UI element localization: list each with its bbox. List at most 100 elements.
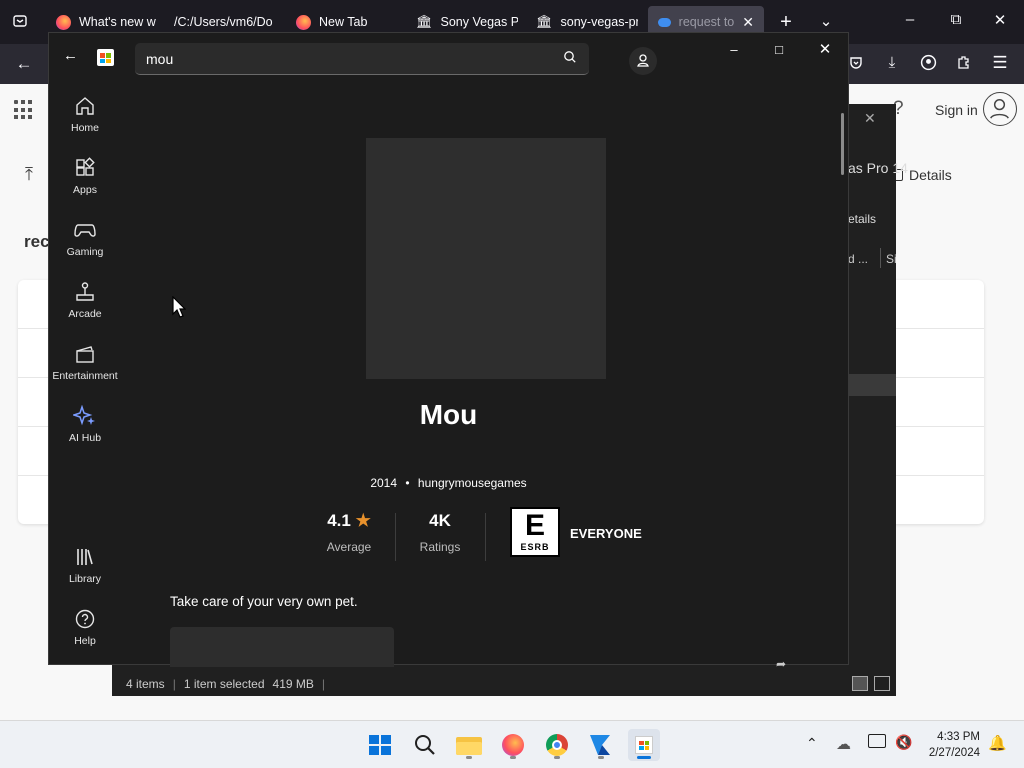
clock-time: 4:33 PM (937, 731, 980, 743)
tab-title: What's new w (79, 15, 156, 29)
firefox-icon[interactable] (497, 729, 529, 761)
rating-label: Average (326, 540, 372, 554)
bank-icon: 🏛 (536, 14, 553, 29)
tiles-view-icon[interactable] (874, 676, 890, 691)
nav-label: Entertainment (52, 370, 118, 382)
bank-icon: 🏛 (416, 14, 433, 29)
notification-bell-icon[interactable]: 🔔 (988, 734, 1007, 752)
new-tab-icon[interactable]: + (776, 11, 796, 34)
scrollbar-thumb[interactable] (841, 113, 844, 175)
search-icon[interactable] (563, 50, 577, 67)
esrb-letter: E (524, 509, 545, 542)
esrb-badge[interactable]: E ESRB (510, 507, 560, 557)
ratings-count-stat[interactable]: 4K Ratings (409, 511, 471, 554)
cloud-offline-icon[interactable]: ☁ (836, 735, 851, 753)
age-rating-label: EVERYONE (570, 526, 642, 541)
search-input[interactable]: mou (135, 43, 589, 75)
download-icon[interactable]: ⤓ (882, 54, 902, 71)
close-tab-icon[interactable]: ✕ (742, 14, 754, 31)
tab-title: New Tab (319, 15, 368, 29)
nav-home[interactable]: Home (49, 95, 121, 134)
nav-label: AI Hub (68, 432, 102, 444)
explorer-close-icon[interactable]: ✕ (864, 110, 876, 127)
star-icon: ★ (355, 511, 371, 530)
tab-list-icon[interactable] (10, 13, 30, 33)
joystick-icon (76, 282, 94, 301)
upload-icon[interactable]: ⤒ (25, 164, 33, 185)
volume-muted-icon[interactable]: 🔇 (895, 734, 912, 751)
search-icon[interactable] (409, 729, 441, 761)
store-titlebar: ← mou – □ ✕ (49, 33, 848, 85)
nav-apps[interactable]: Apps (49, 157, 121, 196)
library-icon (77, 549, 93, 565)
ratings-label: Ratings (419, 540, 461, 554)
chrome-icon[interactable] (541, 729, 573, 761)
nav-gaming[interactable]: Gaming (49, 219, 121, 258)
start-icon[interactable] (364, 729, 396, 761)
chevron-up-icon[interactable]: ⌃ (806, 735, 818, 752)
back-icon[interactable]: ← (63, 47, 78, 64)
extensions-icon[interactable] (954, 54, 974, 74)
app-description: Take care of your very own pet. (170, 594, 358, 609)
home-icon (76, 97, 94, 115)
store-logo-icon (97, 49, 114, 66)
visual-studio-icon[interactable] (585, 729, 617, 761)
item-count: 4 items (126, 677, 165, 691)
stat-divider (395, 513, 396, 561)
restore-icon[interactable]: ⧉ (946, 11, 966, 28)
app-launcher-icon[interactable] (14, 100, 34, 120)
account-icon[interactable] (629, 47, 657, 75)
nav-label: Library (68, 573, 102, 585)
nav-library[interactable]: Library (49, 546, 121, 585)
shield-icon[interactable] (846, 55, 866, 75)
minimize-icon[interactable]: – (722, 41, 746, 59)
stat-divider (485, 513, 486, 561)
nav-label: Gaming (66, 246, 104, 258)
nav-label: Apps (73, 184, 97, 196)
menu-icon[interactable]: ☰ (990, 53, 1010, 73)
onedrive-icon (658, 17, 671, 27)
back-icon[interactable]: ← (12, 54, 36, 74)
bullet-separator: • (405, 476, 410, 490)
selection-count: 1 item selected (183, 677, 265, 691)
nav-label: Help (74, 635, 96, 647)
sign-in-link[interactable]: Sign in (935, 102, 978, 118)
maximize-icon[interactable]: □ (767, 41, 791, 59)
avatar[interactable] (983, 92, 1017, 126)
rating-stat[interactable]: 4.1 ★ Average (319, 511, 379, 554)
file-explorer-icon[interactable] (453, 729, 485, 761)
details-view-icon[interactable] (852, 676, 868, 691)
close-icon[interactable]: ✕ (990, 11, 1010, 29)
column-header[interactable]: d ... (848, 252, 868, 266)
taskbar: ⌃ ☁ 🔇 4:33 PM 2/27/2024 🔔 (0, 720, 1024, 768)
selected-row[interactable] (848, 374, 896, 396)
account-icon[interactable] (918, 54, 938, 75)
nav-entertainment[interactable]: Entertainment (49, 343, 121, 382)
nav-arcade[interactable]: Arcade (49, 281, 121, 320)
ratings-count: 4K (429, 511, 451, 530)
column-header[interactable]: Si (886, 252, 897, 266)
chevron-down-icon[interactable]: ⌄ (816, 12, 836, 30)
minimize-icon[interactable]: – (900, 11, 920, 28)
firefox-icon (296, 14, 311, 30)
status-bar: 4 items | 1 item selected 419 MB | (112, 672, 896, 696)
release-year: 2014 (370, 476, 398, 490)
close-icon[interactable]: ✕ (813, 41, 837, 59)
explorer-title: as Pro 14 (848, 160, 908, 176)
network-icon[interactable] (868, 734, 886, 748)
tab-title: Sony Vegas Pr (440, 15, 518, 29)
selection-size: 419 MB (272, 677, 314, 691)
esrb-brand: ESRB (520, 542, 550, 552)
clock[interactable]: 4:33 PM 2/27/2024 (929, 729, 980, 761)
publisher-link[interactable]: hungrymousegames (418, 476, 527, 490)
mouse-cursor (172, 295, 187, 321)
store-icon[interactable] (628, 729, 660, 761)
explorer-details-tab[interactable]: etails (848, 212, 876, 226)
share-icon[interactable]: ➦ (776, 657, 786, 671)
screenshot-thumbnail[interactable] (170, 627, 394, 667)
details-label: Details (909, 167, 952, 183)
gamepad-icon (74, 224, 96, 237)
nav-help[interactable]: Help (49, 608, 121, 647)
apps-icon (76, 157, 95, 176)
firefox-icon (56, 14, 71, 30)
